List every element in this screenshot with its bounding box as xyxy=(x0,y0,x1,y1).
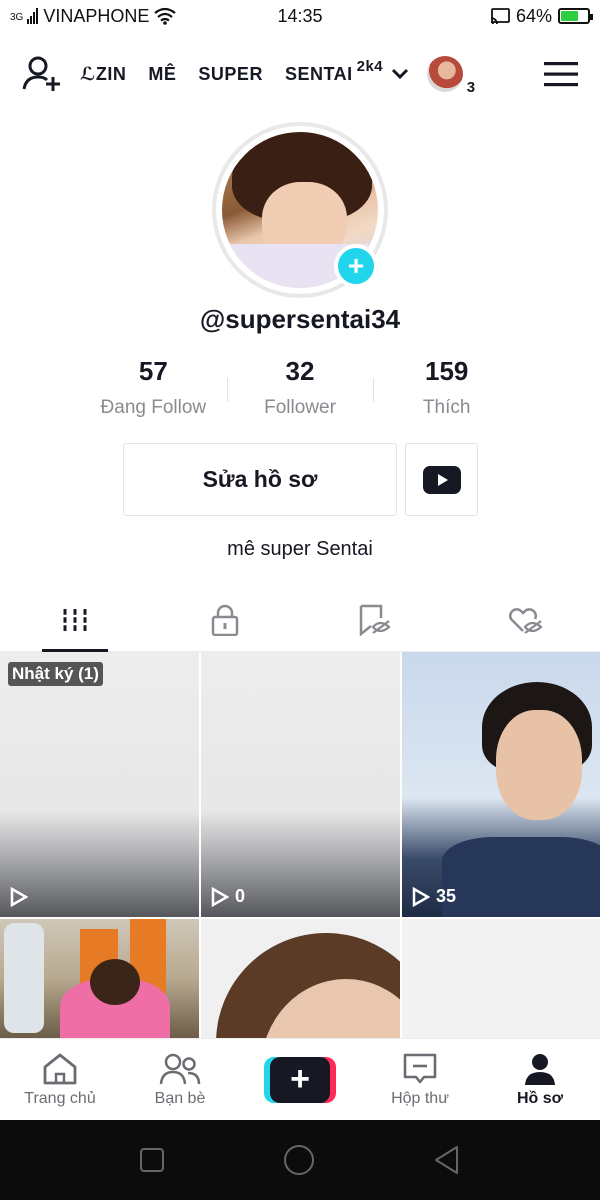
following-stat[interactable]: 57 Đang Follow xyxy=(80,356,227,419)
tab-private[interactable] xyxy=(150,588,300,651)
friends-icon xyxy=(159,1053,201,1084)
profile-screen: 3G VINAPHONE 14:35 64% ℒZIN MÊ SUPER SEN… xyxy=(0,0,600,1200)
video-views: 0 xyxy=(211,886,245,907)
other-accounts-avatar[interactable]: 3 xyxy=(427,56,475,96)
home-circle-icon[interactable] xyxy=(283,1144,315,1176)
youtube-icon xyxy=(422,465,461,494)
battery-percent: 64% xyxy=(515,5,552,26)
create-button[interactable]: + xyxy=(264,1056,336,1103)
profile-actions: Sửa hồ sơ xyxy=(123,443,478,516)
play-icon xyxy=(412,886,430,907)
nav-inbox[interactable]: Hộp thư xyxy=(360,1052,480,1108)
top-nav: ℒZIN MÊ SUPER SENTAI 2k4 3 xyxy=(0,46,600,102)
tab-videos[interactable] xyxy=(0,588,150,652)
nick-part: SUPER xyxy=(198,63,263,84)
nick-part: SENTAI xyxy=(284,63,353,84)
video-grid: Nhật ký (1) 0 35 xyxy=(0,652,600,1038)
nick-suffix: 2k4 xyxy=(356,57,384,75)
home-icon xyxy=(43,1053,77,1084)
thumbnail-figure xyxy=(4,923,44,1033)
profile-stats: 57 Đang Follow 32 Follower 159 Thích xyxy=(80,356,520,419)
status-right: 64% xyxy=(370,5,593,27)
nick-part: ℒZIN xyxy=(80,63,127,84)
status-bar: 3G VINAPHONE 14:35 64% xyxy=(0,0,600,32)
video-thumbnail[interactable] xyxy=(0,919,199,1038)
lock-icon xyxy=(211,604,239,636)
status-left: 3G VINAPHONE xyxy=(10,6,230,27)
tab-favorites[interactable] xyxy=(300,588,450,651)
liked-hidden-icon xyxy=(508,607,543,634)
carrier-name: VINAPHONE xyxy=(43,5,150,26)
bottom-nav: Trang chủ Bạn bè + Hộp thư Hồ sơ xyxy=(0,1038,600,1120)
nav-friends[interactable]: Bạn bè xyxy=(120,1052,240,1108)
clock: 14:35 xyxy=(277,5,323,26)
nav-profile[interactable]: Hồ sơ xyxy=(480,1052,600,1108)
thumbnail-face xyxy=(496,710,582,820)
other-accounts-count: 3 xyxy=(466,79,476,96)
drafts-label: Nhật ký (1) xyxy=(8,662,103,686)
edit-profile-button[interactable]: Sửa hồ sơ xyxy=(123,443,397,516)
signal-icon xyxy=(27,8,39,24)
nav-inbox-label: Hộp thư xyxy=(391,1089,449,1107)
nick-part: MÊ xyxy=(148,63,177,84)
view-count: 35 xyxy=(436,886,457,906)
profile-username: @supersentai34 xyxy=(199,304,401,334)
menu-icon xyxy=(544,62,578,87)
following-count: 57 xyxy=(138,356,168,386)
wifi-icon xyxy=(154,7,177,25)
followers-label: Follower xyxy=(264,397,336,418)
thumbnail-coat xyxy=(442,837,600,917)
chevron-down-icon xyxy=(392,68,409,80)
menu-button[interactable] xyxy=(544,61,578,87)
likes-stat[interactable]: 159 Thích xyxy=(373,356,520,419)
video-thumbnail-drafts[interactable]: Nhật ký (1) xyxy=(0,652,199,917)
battery-icon xyxy=(558,8,593,24)
plus-icon: + xyxy=(270,1056,330,1103)
add-story-button[interactable]: + xyxy=(334,244,378,288)
plus-icon: + xyxy=(347,250,365,281)
nav-home-label: Trang chủ xyxy=(24,1089,96,1107)
likes-label: Thích xyxy=(422,397,471,418)
network-type: 3G xyxy=(10,11,24,23)
recents-icon[interactable] xyxy=(139,1147,165,1173)
videos-grid-icon xyxy=(62,608,88,631)
play-icon xyxy=(211,886,229,907)
nav-home[interactable]: Trang chủ xyxy=(0,1052,120,1108)
back-icon[interactable] xyxy=(433,1145,461,1175)
battery-fill xyxy=(561,11,578,21)
video-thumbnail-empty xyxy=(402,919,600,1038)
play-icon xyxy=(10,887,28,907)
following-label: Đang Follow xyxy=(100,397,207,418)
followers-stat[interactable]: 32 Follower xyxy=(226,356,374,419)
video-thumbnail[interactable] xyxy=(201,919,400,1038)
video-views xyxy=(10,887,34,907)
view-count: 0 xyxy=(235,886,246,906)
youtube-link-button[interactable] xyxy=(405,443,478,516)
add-friend-button[interactable] xyxy=(22,55,62,93)
video-thumbnail[interactable]: 0 xyxy=(201,652,400,917)
profile-icon xyxy=(525,1053,555,1085)
account-switcher[interactable]: ℒZIN MÊ SUPER SENTAI 2k4 xyxy=(80,58,409,85)
thumbnail-hair xyxy=(90,959,140,1005)
profile-avatar[interactable]: + xyxy=(212,122,388,298)
add-user-icon xyxy=(22,56,60,91)
nav-friends-label: Bạn bè xyxy=(154,1089,206,1107)
inbox-icon xyxy=(403,1053,437,1083)
system-nav-bar xyxy=(0,1120,600,1200)
video-views: 35 xyxy=(412,886,456,907)
bookmark-hidden-icon xyxy=(359,604,391,636)
profile-tabs xyxy=(0,588,600,652)
video-thumbnail[interactable]: 35 xyxy=(402,652,600,917)
nav-profile-label: Hồ sơ xyxy=(516,1089,564,1107)
followers-count: 32 xyxy=(285,356,315,386)
profile-bio: mê super Sentai xyxy=(227,538,373,560)
nav-create[interactable]: + xyxy=(240,1056,360,1103)
cast-icon xyxy=(490,8,510,24)
likes-count: 159 xyxy=(424,356,469,386)
tab-liked[interactable] xyxy=(450,588,600,651)
